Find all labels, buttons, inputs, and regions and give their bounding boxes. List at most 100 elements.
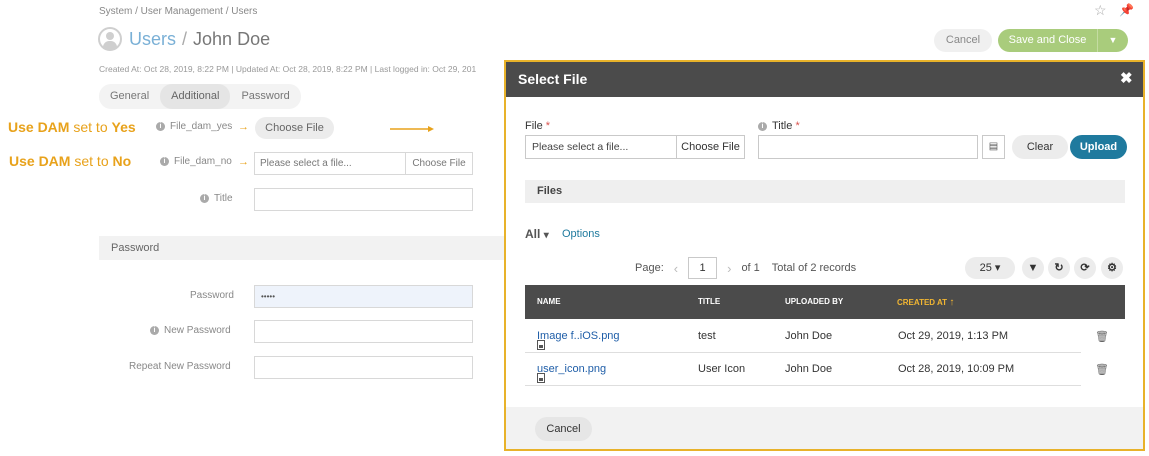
file-title: User Icon xyxy=(698,363,746,375)
avatar-icon xyxy=(98,27,122,51)
column-name[interactable]: NAME xyxy=(537,297,561,306)
annotation-dam-yes: Use DAM set to Yes xyxy=(8,119,136,135)
options-link[interactable]: Options xyxy=(562,228,600,240)
repeat-password-label: Repeat New Password xyxy=(129,361,231,372)
chevron-left-icon[interactable]: ‹ xyxy=(674,261,678,276)
column-created-at[interactable]: CREATED AT ↑ xyxy=(897,297,954,308)
file-dam-no-picker[interactable]: Please select a file... Choose File xyxy=(254,152,473,175)
password-section-header: Password xyxy=(99,236,509,260)
clear-button[interactable]: Clear xyxy=(1012,135,1068,159)
chevron-down-icon[interactable]: ▾ xyxy=(544,230,549,241)
choose-file-button[interactable]: Choose File xyxy=(255,117,334,139)
file-picker[interactable]: Please select a file... Choose File xyxy=(525,135,745,159)
total-records: Total of 2 records xyxy=(771,262,857,274)
password-input[interactable]: ••••• xyxy=(254,285,473,308)
tab-additional[interactable]: Additional xyxy=(160,84,231,109)
view-selector-label[interactable]: All xyxy=(525,227,540,241)
file-dam-no-input[interactable]: Please select a file... xyxy=(255,153,405,174)
annotation-prefix: Use DAM xyxy=(9,153,71,169)
annotation-value: No xyxy=(112,153,132,169)
page-input[interactable]: 1 xyxy=(688,257,718,279)
page-count: of 1 xyxy=(741,262,760,274)
created-at: Oct 28, 2019, 10:09 PM xyxy=(898,363,1015,375)
save-and-close-label[interactable]: Save and Close xyxy=(998,29,1097,52)
arrow-icon: → xyxy=(238,156,249,168)
uploaded-by: John Doe xyxy=(785,363,833,375)
new-password-label: i New Password xyxy=(150,325,231,336)
star-icon[interactable]: ☆ xyxy=(1094,2,1107,19)
select-file-dialog: Select File ✖ File * Please select a fil… xyxy=(504,60,1145,451)
file-title: test xyxy=(698,330,716,342)
table-row[interactable]: Image f..iOS.png test John Doe Oct 29, 2… xyxy=(525,320,1081,353)
pagination: Page: ‹ 1 › of 1 Total of 2 records xyxy=(635,256,856,280)
info-icon: i xyxy=(150,326,159,335)
title-label: i Title * xyxy=(758,120,800,132)
pin-icon[interactable]: 📌 xyxy=(1119,3,1134,17)
users-link[interactable]: Users xyxy=(129,29,176,50)
choose-file-button[interactable]: Choose File xyxy=(405,153,472,174)
dialog-header: Select File ✖ xyxy=(506,62,1143,97)
gear-icon[interactable]: ⚙ xyxy=(1101,257,1123,279)
password-label: Password xyxy=(190,290,234,301)
per-page-select[interactable]: 25 ▾ xyxy=(965,257,1015,279)
sync-icon[interactable]: ⟳ xyxy=(1074,257,1096,279)
title-label: i Title xyxy=(200,193,233,204)
files-section-header: Files xyxy=(525,180,1125,203)
file-dam-yes-text: File_dam_yes xyxy=(170,121,233,132)
chevron-right-icon[interactable]: › xyxy=(727,261,731,276)
new-password-text: New Password xyxy=(164,325,231,336)
file-input[interactable]: Please select a file... xyxy=(526,136,676,158)
page-label: Page: xyxy=(635,262,664,274)
file-label: File * xyxy=(525,120,550,132)
tab-password[interactable]: Password xyxy=(230,84,300,109)
annotation-prefix: Use DAM xyxy=(8,119,70,135)
user-name: John Doe xyxy=(193,28,271,49)
image-file-icon xyxy=(537,373,545,383)
required-marker: * xyxy=(795,120,800,132)
title-label-text: Title xyxy=(772,120,793,132)
tab-bar: General Additional Password xyxy=(99,84,301,109)
image-file-icon xyxy=(537,340,545,350)
annotation-dam-no: Use DAM set to No xyxy=(9,153,131,169)
record-meta: Created At: Oct 28, 2019, 8:22 PM | Upda… xyxy=(99,64,477,74)
title-input[interactable] xyxy=(758,135,978,159)
file-name-link[interactable]: Image f..iOS.png xyxy=(537,330,620,350)
annotation-middle: set to xyxy=(70,153,113,169)
column-created-at-label[interactable]: CREATED AT xyxy=(897,298,947,307)
page-title: Users / John Doe xyxy=(98,26,270,52)
file-name-text[interactable]: user_icon.png xyxy=(537,363,606,375)
file-dam-no-label: i File_dam_no xyxy=(160,156,232,167)
upload-button[interactable]: Upload xyxy=(1070,135,1127,159)
save-and-close-button[interactable]: Save and Close ▼ xyxy=(998,29,1128,52)
title-separator: / xyxy=(182,28,188,49)
column-title[interactable]: TITLE xyxy=(698,297,720,306)
cancel-button[interactable]: Cancel xyxy=(535,417,592,441)
refresh-icon[interactable]: ↻ xyxy=(1048,257,1070,279)
tab-general[interactable]: General xyxy=(99,84,160,109)
file-name-link[interactable]: user_icon.png xyxy=(537,363,606,383)
repeat-password-input[interactable] xyxy=(254,356,473,379)
arrow-icon: → xyxy=(238,121,249,133)
trash-icon[interactable]: 🗑 xyxy=(1095,330,1109,343)
annotation-middle: set to xyxy=(69,119,112,135)
trash-icon[interactable]: 🗑 xyxy=(1095,363,1109,376)
new-password-input[interactable] xyxy=(254,320,473,343)
choose-file-button[interactable]: Choose File xyxy=(676,136,744,158)
info-icon: i xyxy=(758,122,767,131)
column-uploaded-by[interactable]: UPLOADED BY xyxy=(785,297,843,306)
cancel-button[interactable]: Cancel xyxy=(934,29,992,52)
title-input[interactable] xyxy=(254,188,473,211)
chevron-down-icon[interactable]: ▼ xyxy=(1097,29,1128,52)
filter-icon[interactable]: ▼ xyxy=(1022,257,1044,279)
sort-asc-icon: ↑ xyxy=(949,297,955,308)
file-name-text[interactable]: Image f..iOS.png xyxy=(537,330,620,342)
files-table-header: NAME TITLE UPLOADED BY CREATED AT ↑ xyxy=(525,285,1125,319)
required-marker: * xyxy=(545,120,551,132)
table-row[interactable]: user_icon.png User Icon John Doe Oct 28,… xyxy=(525,353,1081,386)
close-icon[interactable]: ✖ xyxy=(1120,69,1133,87)
translate-icon[interactable]: ▤ xyxy=(982,135,1005,159)
view-selector[interactable]: All ▾ xyxy=(525,227,549,241)
breadcrumb: System / User Management / Users xyxy=(99,6,258,17)
info-icon: i xyxy=(156,122,165,131)
created-at: Oct 29, 2019, 1:13 PM xyxy=(898,330,1009,342)
